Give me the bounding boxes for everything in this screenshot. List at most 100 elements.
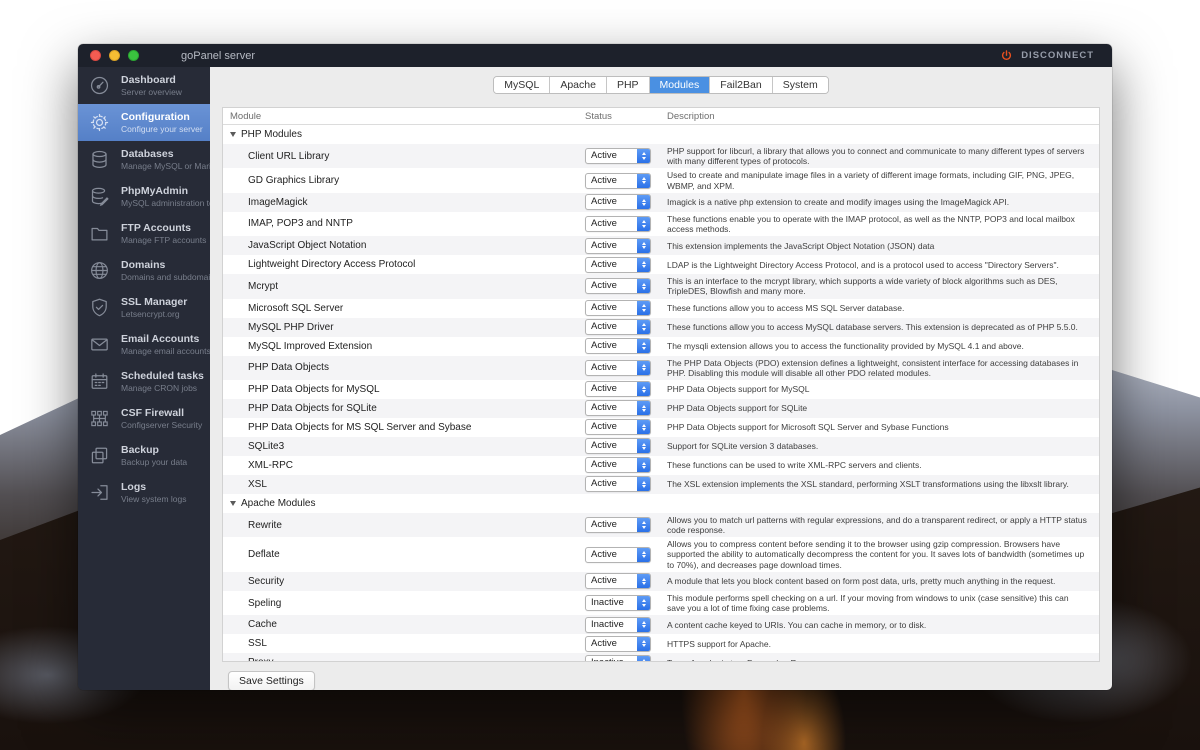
tab-php[interactable]: PHP	[606, 77, 650, 93]
sidebar-item-csf-firewall[interactable]: CSF Firewall Configserver Security	[78, 400, 210, 437]
status-select-value: Active	[591, 478, 617, 490]
status-select[interactable]: Active	[585, 635, 651, 652]
select-arrows-icon	[637, 596, 650, 610]
status-select[interactable]: Active	[585, 300, 651, 316]
sidebar-item-dashboard[interactable]: Dashboard Server overview	[78, 67, 210, 104]
sidebar-item-email-accounts[interactable]: Email Accounts Manage email accounts	[78, 326, 210, 363]
module-name: SSL	[248, 638, 267, 650]
module-row: Speling Inactive This module performs sp…	[223, 591, 1099, 615]
module-row: MySQL PHP Driver Active These functions …	[223, 317, 1099, 337]
select-arrows-icon	[637, 574, 650, 589]
status-select[interactable]: Active	[585, 215, 651, 232]
status-select[interactable]: Active	[585, 148, 651, 165]
sidebar-item-label: PhpMyAdmin	[121, 184, 189, 197]
close-window-button[interactable]	[90, 50, 101, 61]
module-name: Cache	[248, 619, 277, 631]
module-name: XSL	[248, 478, 267, 490]
select-arrows-icon	[637, 382, 650, 397]
status-select[interactable]: Active	[585, 194, 651, 211]
status-select[interactable]: Active	[585, 319, 651, 335]
tab-mysql[interactable]: MySQL	[494, 77, 551, 93]
module-row: GD Graphics Library Active Used to creat…	[223, 168, 1099, 192]
sidebar-item-label: Backup	[121, 443, 159, 456]
status-select[interactable]: Inactive	[585, 616, 651, 633]
status-select[interactable]: Active	[585, 172, 651, 189]
status-select[interactable]: Active	[585, 517, 651, 534]
status-select[interactable]: Active	[585, 237, 651, 254]
status-select[interactable]: Active	[585, 546, 651, 563]
status-select[interactable]: Active	[585, 381, 651, 398]
select-arrows-icon	[637, 617, 650, 632]
group-header-row[interactable]: Apache Modules	[223, 493, 1099, 513]
select-arrows-icon	[637, 173, 650, 188]
tab-modules[interactable]: Modules	[649, 77, 711, 93]
disclosure-triangle-icon[interactable]	[230, 132, 236, 137]
sidebar-item-scheduled-tasks[interactable]: Scheduled tasks Manage CRON jobs	[78, 363, 210, 400]
status-select[interactable]: Active	[585, 338, 651, 354]
status-select[interactable]: Active	[585, 419, 651, 436]
zoom-window-button[interactable]	[128, 50, 139, 61]
disconnect-button[interactable]: DISCONNECT	[982, 44, 1112, 67]
globe-icon	[87, 258, 112, 283]
select-arrows-icon	[637, 301, 650, 315]
traffic-lights	[78, 50, 147, 61]
sidebar-item-databases[interactable]: Databases Manage MySQL or MariaDB	[78, 141, 210, 178]
sidebar-item-phpmyadmin[interactable]: PhpMyAdmin MySQL administration tool	[78, 178, 210, 215]
module-description: LDAP is the Lightweight Directory Access…	[667, 259, 1059, 270]
log-arrow-icon	[87, 480, 112, 505]
segmented-control: MySQL Apache PHP Modules Fail2Ban System	[493, 76, 829, 94]
module-row: Mcrypt Active This is an interface to th…	[223, 274, 1099, 299]
module-name: Lightweight Directory Access Protocol	[248, 259, 416, 271]
status-select[interactable]: Active	[585, 278, 651, 295]
tab-fail2ban[interactable]: Fail2Ban	[710, 77, 773, 93]
status-select[interactable]: Active	[585, 400, 651, 417]
group-header-row[interactable]: PHP Modules	[223, 125, 1099, 144]
save-settings-button[interactable]: Save Settings	[228, 671, 315, 690]
module-row: PHP Data Objects for MS SQL Server and S…	[223, 418, 1099, 437]
module-name: Deflate	[248, 549, 280, 561]
gear-icon	[87, 110, 112, 135]
sidebar-item-ssl-manager[interactable]: SSL Manager Letsencrypt.org	[78, 289, 210, 326]
folder-icon	[87, 221, 112, 246]
status-select-value: Active	[591, 280, 617, 292]
sidebar-item-backup[interactable]: Backup Backup your data	[78, 437, 210, 474]
sidebar-item-logs[interactable]: Logs View system logs	[78, 474, 210, 511]
network-nodes-icon	[87, 406, 112, 431]
status-select-value: Active	[591, 519, 617, 531]
window-title: goPanel server	[181, 49, 255, 62]
minimize-window-button[interactable]	[109, 50, 120, 61]
status-select-value: Active	[591, 321, 617, 332]
module-description: This is an interface to the mcrypt libra…	[667, 276, 1058, 297]
module-row: Proxy Inactive Turns Apache in to a Forw…	[223, 653, 1099, 661]
status-select[interactable]: Active	[585, 573, 651, 590]
select-arrows-icon	[637, 195, 650, 210]
status-select[interactable]: Active	[585, 457, 651, 474]
sidebar-item-label: SSL Manager	[121, 295, 188, 308]
sidebar-item-sublabel: Letsencrypt.org	[121, 308, 180, 319]
group-label: Apache Modules	[241, 497, 316, 509]
select-arrows-icon	[637, 401, 650, 416]
sidebar-item-sublabel: Server overview	[121, 86, 182, 97]
module-description: The mysqli extension allows you to acces…	[667, 340, 1024, 351]
sidebar-item-label: Domains	[121, 258, 166, 271]
sidebar-item-configuration[interactable]: Configuration Configure your server	[78, 104, 210, 141]
tab-apache[interactable]: Apache	[550, 77, 607, 93]
module-row: PHP Data Objects Active The PHP Data Obj…	[223, 355, 1099, 380]
status-select-value: Active	[591, 421, 617, 433]
select-arrows-icon	[637, 360, 650, 375]
sidebar-item-ftp-accounts[interactable]: FTP Accounts Manage FTP accounts	[78, 215, 210, 252]
status-select[interactable]: Inactive	[585, 595, 651, 611]
sidebar-item-domains[interactable]: Domains Domains and subdomains	[78, 252, 210, 289]
status-select[interactable]: Active	[585, 476, 651, 493]
status-select[interactable]: Inactive	[585, 654, 651, 661]
status-select-value: Inactive	[591, 618, 624, 630]
select-arrows-icon	[637, 257, 650, 272]
status-select[interactable]: Active	[585, 256, 651, 273]
module-description: HTTPS support for Apache.	[667, 638, 771, 649]
status-select[interactable]: Active	[585, 359, 651, 376]
status-select-value: Active	[591, 459, 617, 471]
status-select[interactable]: Active	[585, 438, 651, 455]
titlebar[interactable]: goPanel server DISCONNECT	[78, 44, 1112, 67]
disclosure-triangle-icon[interactable]	[230, 500, 236, 506]
tab-system[interactable]: System	[772, 77, 828, 93]
